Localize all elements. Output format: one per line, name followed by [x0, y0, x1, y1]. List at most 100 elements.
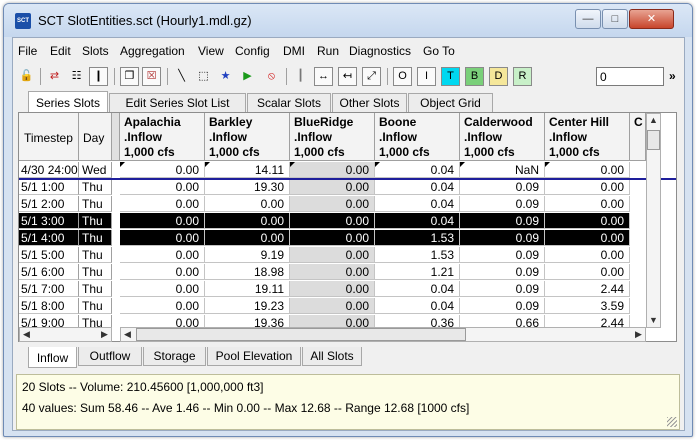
- value-cell[interactable]: 0.00: [120, 162, 205, 178]
- menu-run[interactable]: Run: [317, 44, 339, 58]
- tab-edit-series-slot-list[interactable]: Edit Series Slot List: [109, 93, 246, 113]
- day-cell[interactable]: Thu: [79, 179, 112, 195]
- value-cell[interactable]: 0.09: [460, 298, 545, 314]
- value-cell[interactable]: 0.00: [120, 179, 205, 195]
- value-cell[interactable]: 3.59: [545, 298, 630, 314]
- value-cell[interactable]: 0.00: [290, 281, 375, 297]
- column-header-apalachia[interactable]: Apalachia .Inflow 1,000 cfs: [120, 113, 205, 161]
- menu-goto[interactable]: Go To: [423, 44, 455, 58]
- value-cell[interactable]: 0.04: [375, 179, 460, 195]
- scroll-left-icon[interactable]: ◀: [121, 328, 134, 341]
- row-header-hscrollbar[interactable]: ◀ ▶: [19, 327, 112, 342]
- day-cell[interactable]: Wed: [79, 162, 112, 178]
- timestep-header[interactable]: Timestep: [19, 113, 79, 161]
- value-cell[interactable]: 0.00: [290, 196, 375, 212]
- menu-config[interactable]: Config: [235, 44, 270, 58]
- menu-aggregation[interactable]: Aggregation: [120, 44, 185, 58]
- letter-i-button[interactable]: I: [417, 67, 436, 86]
- value-cell[interactable]: 0.00: [290, 230, 375, 246]
- menu-view[interactable]: View: [198, 44, 224, 58]
- value-cell[interactable]: 0.09: [460, 230, 545, 246]
- value-cell[interactable]: 0.00: [545, 179, 630, 195]
- letter-t-button[interactable]: T: [441, 67, 460, 86]
- select-icon[interactable]: ⬚: [194, 67, 213, 86]
- column-header-boone[interactable]: Boone .Inflow 1,000 cfs: [375, 113, 460, 161]
- column-guides-icon[interactable]: ┃: [291, 67, 310, 86]
- tab-object-grid[interactable]: Object Grid: [408, 93, 493, 113]
- tab-series-slots[interactable]: Series Slots: [28, 91, 108, 113]
- letter-r-button[interactable]: R: [513, 67, 532, 86]
- value-cell[interactable]: 0.00: [120, 298, 205, 314]
- value-input[interactable]: [596, 67, 664, 86]
- edit-series-icon[interactable]: ⇄: [45, 67, 64, 86]
- letter-b-button[interactable]: B: [465, 67, 484, 86]
- value-cell[interactable]: 0.00: [545, 162, 630, 178]
- value-cell[interactable]: NaN: [460, 162, 545, 178]
- delete-icon[interactable]: ☒: [142, 67, 161, 86]
- value-cell[interactable]: 14.11: [205, 162, 290, 178]
- stop-icon[interactable]: ⦸: [262, 67, 281, 86]
- tab-scalar-slots[interactable]: Scalar Slots: [247, 93, 331, 113]
- timestep-cell[interactable]: 5/1 5:00: [19, 247, 79, 263]
- timestep-cell[interactable]: 5/1 6:00: [19, 264, 79, 280]
- value-cell[interactable]: 0.09: [460, 179, 545, 195]
- expand-icon[interactable]: ⤢: [362, 67, 381, 86]
- timestep-cell[interactable]: 5/1 7:00: [19, 281, 79, 297]
- minimize-button[interactable]: —: [575, 9, 601, 29]
- value-cell[interactable]: 0.00: [120, 213, 205, 229]
- value-cell[interactable]: 2.44: [545, 281, 630, 297]
- plot-icon[interactable]: ╲: [172, 67, 191, 86]
- timestep-cell[interactable]: 4/30 24:00: [19, 162, 79, 178]
- day-cell[interactable]: Thu: [79, 213, 112, 229]
- value-cell[interactable]: 0.00: [290, 247, 375, 263]
- value-cell[interactable]: 0.00: [205, 230, 290, 246]
- vertical-scroll-thumb[interactable]: [647, 130, 660, 150]
- horizontal-scrollbar[interactable]: ◀ ▶: [120, 327, 646, 342]
- scroll-right-icon[interactable]: ▶: [98, 328, 111, 341]
- scroll-down-icon[interactable]: ▼: [647, 314, 660, 327]
- value-cell[interactable]: 0.00: [290, 213, 375, 229]
- value-cell[interactable]: 0.00: [545, 213, 630, 229]
- value-cell[interactable]: 19.11: [205, 281, 290, 297]
- horizontal-scroll-thumb[interactable]: [136, 328, 466, 341]
- column-icon[interactable]: ❙: [89, 67, 108, 86]
- value-cell[interactable]: 0.09: [460, 213, 545, 229]
- tab-inflow[interactable]: Inflow: [28, 347, 77, 368]
- menu-dmi[interactable]: DMI: [283, 44, 305, 58]
- value-cell[interactable]: 0.00: [545, 230, 630, 246]
- column-header-blueridge[interactable]: BlueRidge .Inflow 1,000 cfs: [290, 113, 375, 161]
- value-cell[interactable]: 9.19: [205, 247, 290, 263]
- table-icon[interactable]: ☷: [67, 67, 86, 86]
- value-cell[interactable]: 0.00: [545, 247, 630, 263]
- value-cell[interactable]: 0.09: [460, 264, 545, 280]
- value-cell[interactable]: 0.00: [290, 298, 375, 314]
- value-cell[interactable]: 0.09: [460, 281, 545, 297]
- value-cell[interactable]: 0.00: [120, 281, 205, 297]
- value-cell[interactable]: 0.00: [205, 196, 290, 212]
- tab-all-slots[interactable]: All Slots: [302, 347, 362, 366]
- day-cell[interactable]: Thu: [79, 281, 112, 297]
- timestep-cell[interactable]: 5/1 8:00: [19, 298, 79, 314]
- tab-outflow[interactable]: Outflow: [78, 347, 142, 366]
- column-header-center-hill[interactable]: Center Hill .Inflow 1,000 cfs: [545, 113, 630, 161]
- compress-icon[interactable]: ↤: [338, 67, 357, 86]
- column-header-partial[interactable]: C: [630, 113, 646, 161]
- value-cell[interactable]: 0.04: [375, 213, 460, 229]
- value-cell[interactable]: 0.09: [460, 247, 545, 263]
- value-cell[interactable]: 0.04: [375, 298, 460, 314]
- timestep-cell[interactable]: 5/1 2:00: [19, 196, 79, 212]
- menu-diagnostics[interactable]: Diagnostics: [349, 44, 411, 58]
- value-cell[interactable]: 1.21: [375, 264, 460, 280]
- value-cell[interactable]: 0.00: [290, 162, 375, 178]
- value-cell[interactable]: 0.00: [120, 196, 205, 212]
- value-cell[interactable]: 0.00: [120, 247, 205, 263]
- value-cell[interactable]: 0.00: [120, 264, 205, 280]
- letter-o-button[interactable]: O: [393, 67, 412, 86]
- value-cell[interactable]: 0.00: [290, 179, 375, 195]
- value-cell[interactable]: 0.00: [205, 213, 290, 229]
- timestep-cell[interactable]: 5/1 1:00: [19, 179, 79, 195]
- toolbar-overflow-icon[interactable]: »: [669, 69, 676, 83]
- value-cell[interactable]: 1.53: [375, 247, 460, 263]
- title-bar[interactable]: SCT SCT SlotEntities.sct (Hourly1.mdl.gz…: [4, 4, 692, 37]
- timestep-cell[interactable]: 5/1 4:00: [19, 230, 79, 246]
